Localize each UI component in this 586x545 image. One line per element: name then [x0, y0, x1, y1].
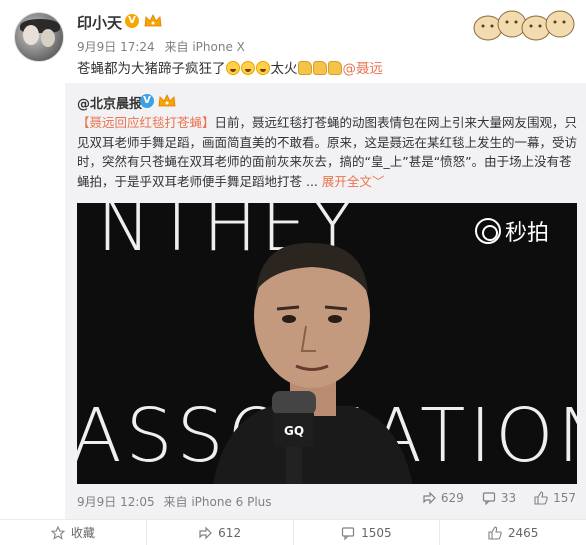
expand-full-text-link[interactable]: 展开全文﹀	[322, 174, 385, 189]
member-crown-icon[interactable]	[158, 93, 176, 108]
watermark-label: 秒拍	[504, 221, 549, 246]
like-icon	[534, 491, 548, 505]
repost-author[interactable]: @北京晨报	[77, 93, 142, 112]
share-icon	[199, 526, 213, 539]
decorative-sticker-icon	[473, 10, 575, 41]
share-button[interactable]: 612	[147, 520, 294, 545]
post-meta: 9月9日 17:24 来自 iPhone X	[77, 38, 245, 55]
post-source-prefix: 来自	[164, 40, 189, 54]
post-text-main: 苍蝇都为大猪蹄子疯狂了	[77, 61, 226, 77]
miaopai-logo-icon	[474, 218, 501, 244]
expand-label[interactable]: 展开全文	[322, 174, 372, 189]
repost-like-count: 157	[553, 491, 576, 505]
grin-emoji-icon	[240, 61, 255, 75]
author-avatar[interactable]	[14, 12, 64, 62]
thumbs-up-icon	[327, 61, 342, 75]
thumbs-up-icon	[297, 61, 312, 75]
repost-share-button[interactable]: 629	[422, 491, 464, 505]
comment-button[interactable]: 1505	[294, 520, 441, 545]
verified-badge-icon: V	[125, 14, 139, 28]
like-button[interactable]: 2465	[440, 520, 586, 545]
repost-meta: 9月9日 12:05 来自 iPhone 6 Plus	[77, 493, 272, 510]
repost-comment-button[interactable]: 33	[482, 491, 516, 505]
member-crown-icon[interactable]	[144, 13, 162, 28]
grin-emoji-icon	[225, 61, 240, 75]
repost-date[interactable]: 9月9日 12:05	[77, 495, 155, 509]
comment-icon	[341, 526, 355, 540]
repost-comment-count: 33	[500, 491, 517, 505]
action-bar: 收藏 612 1505 2465	[0, 519, 586, 545]
favorite-button[interactable]: 收藏	[0, 520, 147, 545]
mention-link[interactable]: @聂远	[343, 61, 384, 77]
video-player[interactable]: NTHEY ASSOCIATION GQ 秒拍	[77, 203, 577, 484]
favorite-label: 收藏	[70, 526, 95, 540]
repost-text: 【聂远回应红毯打苍蝇】日前，聂远红毯打苍蝇的动图表情包在网上引来大量网友围观，只…	[77, 113, 579, 191]
verified-badge-icon: V	[140, 94, 154, 108]
comment-count: 1505	[361, 525, 392, 540]
post-text-mid: 太火	[270, 61, 298, 77]
repost-source-prefix: 来自	[163, 495, 188, 509]
like-icon	[488, 525, 502, 540]
comment-icon	[482, 492, 495, 505]
share-count: 612	[218, 525, 242, 540]
share-icon	[423, 491, 436, 505]
author-name[interactable]: 印小天	[77, 12, 122, 33]
topic-tag-link[interactable]: 【聂远回应红毯打苍蝇】	[77, 115, 215, 130]
expand-arrow-icon[interactable]: ﹀	[372, 174, 385, 189]
repost-share-count: 629	[440, 491, 464, 505]
thumbs-up-icon	[312, 61, 327, 75]
like-count: 2465	[507, 525, 539, 540]
post-source[interactable]: iPhone X	[192, 40, 245, 54]
grin-emoji-icon	[255, 61, 270, 75]
video-watermark: 秒拍	[474, 215, 549, 247]
post-text: 苍蝇都为大猪蹄子疯狂了 太火 @聂远	[77, 60, 383, 78]
star-icon	[50, 525, 65, 540]
repost-like-button[interactable]: 157	[534, 491, 576, 505]
microphone-icon: GQ	[272, 391, 316, 484]
svg-text:GQ: GQ	[284, 424, 304, 438]
repost-source[interactable]: iPhone 6 Plus	[191, 495, 271, 509]
post-date[interactable]: 9月9日 17:24	[77, 40, 155, 54]
repost-card: @北京晨报 V 【聂远回应红毯打苍蝇】日前，聂远红毯打苍蝇的动图表情包在网上引来…	[65, 83, 586, 519]
repost-actions: 629 33 157	[422, 491, 576, 505]
